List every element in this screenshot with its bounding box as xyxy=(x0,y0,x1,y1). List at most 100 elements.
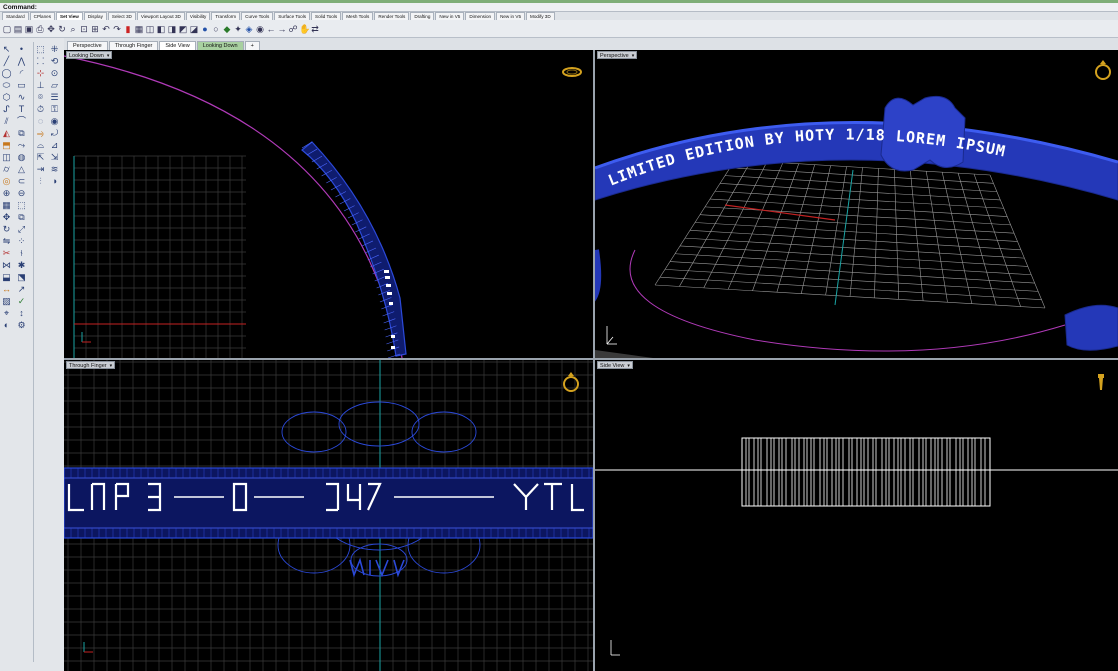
rebuild-icon[interactable]: ⟲ xyxy=(49,56,60,66)
orient-icon[interactable]: ⇱ xyxy=(35,152,46,162)
layer-icon[interactable]: ▮ xyxy=(123,23,133,35)
toolbar-tab-drafting[interactable]: Drafting xyxy=(410,12,435,20)
section-icon[interactable]: ⫶ xyxy=(35,176,46,186)
point-icon[interactable]: • xyxy=(16,44,27,54)
viewport-title-side-view[interactable]: Side View ▾ xyxy=(597,361,633,369)
toolbar-tab-dimension[interactable]: Dimension xyxy=(465,12,496,20)
undo-view-icon[interactable]: ↶ xyxy=(101,23,111,35)
redo-view-icon[interactable]: ↷ xyxy=(112,23,122,35)
rectangle-icon[interactable]: ▭ xyxy=(16,80,27,90)
view-right-icon[interactable]: ◩ xyxy=(178,23,188,35)
chevron-down-icon[interactable]: ▾ xyxy=(632,52,635,60)
viewport-title-through-finger[interactable]: Through Finger ▾ xyxy=(66,361,116,370)
cone-icon[interactable]: △ xyxy=(16,164,27,174)
pipe-icon[interactable]: ⊂ xyxy=(16,176,27,186)
trim-icon[interactable]: ✂ xyxy=(1,248,12,258)
group-icon[interactable]: ⬓ xyxy=(1,272,12,282)
save-icon[interactable]: ▣ xyxy=(24,23,34,35)
arrow-right-icon[interactable]: → xyxy=(277,23,287,35)
torus-icon[interactable]: ◎ xyxy=(1,176,12,186)
contour-icon[interactable]: ≋ xyxy=(49,164,60,174)
osnap-icon[interactable]: ⌾ xyxy=(35,92,46,102)
hide-icon[interactable]: ◌ xyxy=(35,116,46,126)
gumball-icon[interactable]: ⊹ xyxy=(35,68,46,78)
flow-icon[interactable]: ⥤ xyxy=(35,128,46,138)
camera-icon[interactable]: ◉ xyxy=(255,23,265,35)
rotate-view-icon[interactable]: ↻ xyxy=(57,23,67,35)
view-tab-perspective[interactable]: Perspective xyxy=(67,41,108,50)
toolbar-tab-display[interactable]: Display xyxy=(83,12,107,20)
circle-icon[interactable]: ◯ xyxy=(1,68,12,78)
ortho-icon[interactable]: ⊥ xyxy=(35,80,46,90)
toolbar-tab-transform[interactable]: Transform xyxy=(211,12,241,20)
add-viewport-tab[interactable]: + xyxy=(244,41,260,50)
hatch-icon[interactable]: ▨ xyxy=(1,296,12,306)
control-points-icon[interactable]: ⁜ xyxy=(49,44,60,54)
toolbar-tab-modify-3d[interactable]: Modify 3D xyxy=(526,12,555,20)
viewport-perspective[interactable]: Perspective ▾ LIMITED EDITION BY HOTY 1/1… xyxy=(595,50,1118,358)
toolbar-tab-curve-tools[interactable]: Curve Tools xyxy=(241,12,274,20)
chevron-down-icon[interactable]: ▾ xyxy=(110,362,113,370)
new-file-icon[interactable]: ▢ xyxy=(2,23,12,35)
view-tab-through-finger[interactable]: Through Finger xyxy=(108,41,159,50)
shade-icon[interactable]: ● xyxy=(200,23,210,35)
curve-icon[interactable]: ∿ xyxy=(16,92,27,102)
toolbar-tab-new-in-v5[interactable]: New in V5 xyxy=(496,12,525,20)
select-arrow-icon[interactable]: ↖ xyxy=(1,44,12,54)
line-icon[interactable]: ╱ xyxy=(1,56,12,66)
twist-icon[interactable]: ⤾ xyxy=(49,128,60,138)
taper-icon[interactable]: ⊿ xyxy=(49,140,60,150)
command-line[interactable]: Command: xyxy=(0,3,1118,12)
grid-icon[interactable]: ▦ xyxy=(134,23,144,35)
ellipse-icon[interactable]: ⬭ xyxy=(1,80,12,90)
view-tab-side-view[interactable]: Side View xyxy=(159,41,196,50)
sphere-icon[interactable]: ◍ xyxy=(16,152,27,162)
arrow-left-icon[interactable]: ← xyxy=(266,23,276,35)
cylinder-icon[interactable]: ⌭ xyxy=(1,164,12,174)
dimension-icon[interactable]: ↔ xyxy=(1,284,12,294)
edit-points-icon[interactable]: ⸬ xyxy=(35,56,46,66)
light-icon[interactable]: ✦ xyxy=(233,23,243,35)
mesh-icon[interactable]: ▦ xyxy=(1,200,12,210)
array-icon[interactable]: ⁘ xyxy=(16,236,27,246)
properties-icon[interactable]: ⚙ xyxy=(16,320,27,330)
lock-icon[interactable]: ⚿ xyxy=(49,104,60,114)
zoom-extents-icon[interactable]: ⊞ xyxy=(90,23,100,35)
toolbar-tab-render-tools[interactable]: Render Tools xyxy=(374,12,410,20)
toolbar-tab-cplanes[interactable]: CPlanes xyxy=(29,12,56,20)
toolbar-tab-set-view[interactable]: Set View xyxy=(56,12,83,20)
project-icon[interactable]: ⇲ xyxy=(49,152,60,162)
boolean-union-icon[interactable]: ⊕ xyxy=(1,188,12,198)
toolbar-tab-viewport-layout-3d[interactable]: Viewport Layout 3D xyxy=(136,12,185,20)
view-perspective-icon[interactable]: ◪ xyxy=(189,23,199,35)
print-icon[interactable]: ⎙ xyxy=(35,23,45,35)
split-icon[interactable]: ⫮ xyxy=(16,248,27,258)
layer-manager-icon[interactable]: ☰ xyxy=(49,92,60,102)
sweep-icon[interactable]: ⤳ xyxy=(16,140,27,150)
pull-icon[interactable]: ⇥ xyxy=(35,164,46,174)
wireframe-icon[interactable]: ○ xyxy=(211,23,221,35)
rotate-icon[interactable]: ↻ xyxy=(1,224,12,234)
copy-icon[interactable]: ⧉ xyxy=(16,212,27,222)
toolbar-tab-surface-tools[interactable]: Surface Tools xyxy=(274,12,311,20)
silhouette-icon[interactable]: ◑ xyxy=(49,176,60,186)
explode-icon[interactable]: ✱ xyxy=(16,260,27,270)
snap-icon[interactable]: ⊙ xyxy=(49,68,60,78)
join-icon[interactable]: ⋈ xyxy=(1,260,12,270)
hand-icon[interactable]: ✋ xyxy=(299,23,310,35)
history-icon[interactable]: ⏱ xyxy=(35,104,46,114)
boolean-diff-icon[interactable]: ⊖ xyxy=(16,188,27,198)
pan-icon[interactable]: ✥ xyxy=(46,23,56,35)
render-preview-icon[interactable]: ◐ xyxy=(1,320,12,330)
leader-icon[interactable]: ↗ xyxy=(16,284,27,294)
polyline-icon[interactable]: ⋀ xyxy=(16,56,27,66)
bend-icon[interactable]: ⌓ xyxy=(35,140,46,150)
select-window-icon[interactable]: ⬚ xyxy=(35,44,46,54)
material-icon[interactable]: ◈ xyxy=(244,23,254,35)
viewport-title-perspective[interactable]: Perspective ▾ xyxy=(597,51,638,60)
surface-icon[interactable]: ◭ xyxy=(1,128,12,138)
planar-icon[interactable]: ▱ xyxy=(49,80,60,90)
toolbar-tab-mesh-tools[interactable]: Mesh Tools xyxy=(342,12,374,20)
open-file-icon[interactable]: ▤ xyxy=(13,23,23,35)
cage-edit-icon[interactable]: ⬚ xyxy=(16,200,27,210)
